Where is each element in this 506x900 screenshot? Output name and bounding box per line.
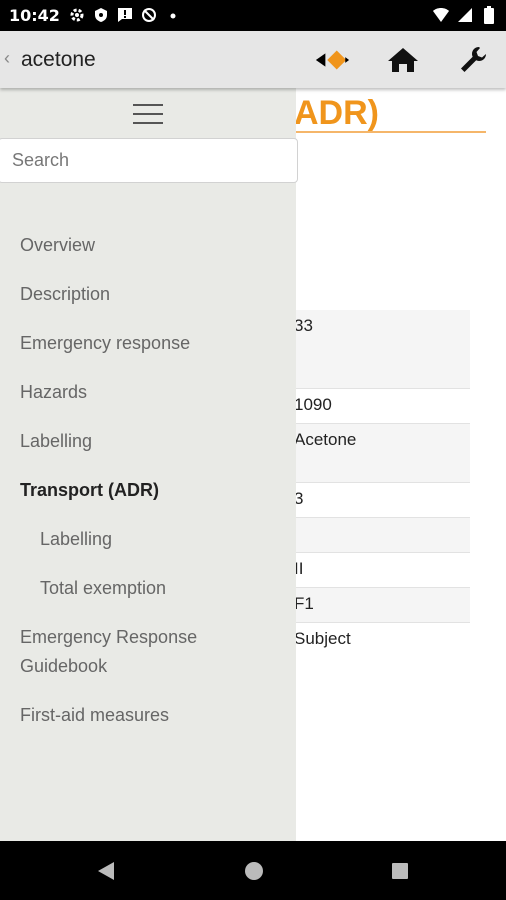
table-row: 33 xyxy=(294,310,470,389)
drawer-item-description[interactable]: Description xyxy=(0,280,296,309)
page-title: acetone xyxy=(21,48,96,71)
drawer-item-first-aid-measures[interactable]: First-aid measures xyxy=(0,701,296,730)
logo-button[interactable] xyxy=(314,43,350,77)
drawer-item-transport-adr[interactable]: Transport (ADR) xyxy=(0,476,296,505)
search-input[interactable] xyxy=(0,139,297,182)
search-box xyxy=(0,138,298,183)
table-row: 3 xyxy=(294,483,470,518)
back-icon[interactable] xyxy=(92,857,120,885)
drawer-item-labelling[interactable]: Labelling xyxy=(0,427,296,456)
status-bar: 10:42 xyxy=(0,0,506,31)
home-icon xyxy=(388,48,418,72)
settings-button[interactable] xyxy=(455,43,491,77)
wrench-icon xyxy=(461,47,486,72)
recents-icon[interactable] xyxy=(386,857,414,885)
data-table: 33 1090 Acetone 3 II F1 Subject xyxy=(294,310,470,663)
drawer-subitem-labelling[interactable]: Labelling xyxy=(0,525,296,554)
drawer-subitem-total-exemption[interactable]: Total exemption xyxy=(0,574,296,603)
home-button[interactable] xyxy=(385,43,421,77)
home-circle-icon[interactable] xyxy=(240,857,268,885)
section-heading: ADR) xyxy=(294,94,379,132)
table-row: F1 xyxy=(294,588,470,623)
message-icon xyxy=(116,6,134,24)
table-row: Subject xyxy=(294,629,351,648)
logo-icon xyxy=(315,50,350,70)
gear-icon xyxy=(68,6,86,24)
drawer-item-overview[interactable]: Overview xyxy=(0,231,296,260)
menu-icon[interactable] xyxy=(133,102,163,126)
dot-icon xyxy=(164,6,182,24)
table-row: 1090 xyxy=(294,389,470,424)
drawer-menu: Overview Description Emergency response … xyxy=(0,231,296,750)
back-chevron-icon[interactable]: ‹ xyxy=(4,48,10,69)
navigation-drawer: Overview Description Emergency response … xyxy=(0,88,298,841)
drawer-item-hazards[interactable]: Hazards xyxy=(0,378,296,407)
drawer-item-emergency-response-guidebook[interactable]: Emergency Response Guidebook xyxy=(0,623,296,681)
shield-icon xyxy=(92,6,110,24)
heading-underline xyxy=(294,131,486,133)
battery-icon xyxy=(480,6,498,24)
drawer-item-emergency-response[interactable]: Emergency response xyxy=(0,329,296,358)
status-time: 10:42 xyxy=(9,6,60,25)
table-row xyxy=(294,518,470,553)
signal-icon xyxy=(456,6,474,24)
table-row: Acetone xyxy=(294,424,470,483)
wifi-icon xyxy=(432,6,450,24)
app-toolbar: ‹ acetone xyxy=(0,31,506,88)
system-nav-bar xyxy=(0,841,506,900)
table-row: II xyxy=(294,553,470,588)
no-data-icon xyxy=(140,6,158,24)
